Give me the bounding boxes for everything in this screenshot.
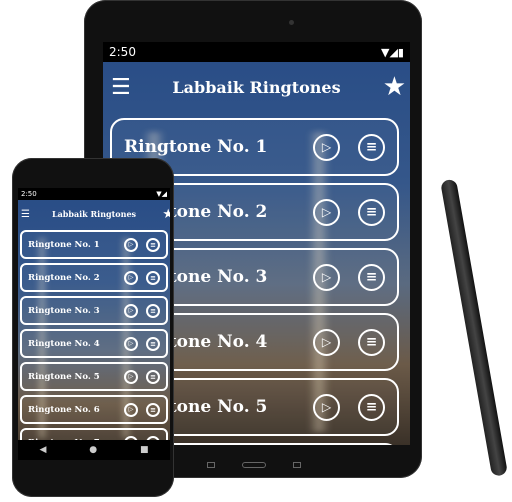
phone-nav-bar: ◀ ● ■ [18, 440, 170, 460]
app-header: ☰ Labbaik Ringtones ★ [103, 62, 410, 112]
ringtone-label: Ringtone No. 6 [28, 404, 100, 415]
play-circle-icon[interactable]: ▷ [313, 393, 340, 421]
ringtone-label: Ringtone No. 1 [28, 239, 100, 250]
list-circle-icon[interactable]: ≡ [358, 133, 385, 161]
home-button[interactable]: ● [89, 445, 97, 455]
play-circle-icon[interactable]: ▷ [124, 336, 138, 351]
recents-button[interactable] [292, 462, 301, 468]
list-circle-icon[interactable]: ≡ [358, 198, 385, 226]
ringtone-row[interactable]: Ringtone No. 1 ▷ ≡ [20, 230, 168, 259]
phone-device: 2:50 ▼◢ ☰ Labbaik Ringtones ★ Ringtone N… [12, 158, 174, 497]
ringtone-row[interactable]: Ringtone No. 4 ▷ ≡ [20, 329, 168, 358]
ringtone-row[interactable]: Ringtone No. 6 ▷ ≡ [20, 395, 168, 424]
status-bar: 2:50 ▼◢▮ [103, 42, 410, 62]
status-bar: 2:50 ▼◢ [18, 188, 170, 200]
recents-button[interactable]: ■ [140, 445, 149, 455]
play-circle-icon[interactable]: ▷ [124, 270, 138, 285]
play-circle-icon[interactable]: ▷ [313, 263, 340, 291]
list-circle-icon[interactable]: ≡ [146, 369, 160, 384]
play-circle-icon[interactable]: ▷ [124, 402, 138, 417]
back-button[interactable] [207, 462, 216, 468]
list-circle-icon[interactable]: ≡ [146, 270, 160, 285]
star-icon[interactable]: ★ [383, 72, 406, 102]
ringtone-row[interactable]: Ringtone No. 3 ▷ ≡ [20, 296, 168, 325]
app-header: ☰ Labbaik Ringtones ★ [18, 200, 170, 228]
status-icons: ▼◢▮ [381, 45, 404, 59]
star-icon[interactable]: ★ [162, 207, 170, 222]
home-button[interactable] [241, 462, 266, 468]
play-circle-icon[interactable]: ▷ [124, 303, 138, 318]
hamburger-icon[interactable]: ☰ [111, 75, 131, 100]
list-circle-icon[interactable]: ≡ [146, 303, 160, 318]
list-circle-icon[interactable]: ≡ [358, 263, 385, 291]
list-circle-icon[interactable]: ≡ [358, 393, 385, 421]
play-circle-icon[interactable]: ▷ [313, 328, 340, 356]
ringtone-row[interactable]: Ringtone No. 5 ▷ ≡ [20, 362, 168, 391]
ringtone-label: Ringtone No. 2 [28, 272, 100, 283]
play-circle-icon[interactable]: ▷ [124, 369, 138, 384]
play-circle-icon[interactable]: ▷ [313, 133, 340, 161]
tablet-nav-bar [194, 460, 314, 470]
ringtone-label: Ringtone No. 1 [124, 137, 268, 157]
play-circle-icon[interactable]: ▷ [313, 198, 340, 226]
tablet-camera [289, 20, 294, 25]
ringtone-row[interactable]: Ringtone No. 2 ▷ ≡ [20, 263, 168, 292]
play-circle-icon[interactable]: ▷ [124, 237, 138, 252]
app-title: Labbaik Ringtones [51, 209, 137, 219]
ringtone-label: Ringtone No. 3 [28, 305, 100, 316]
status-time: 2:50 [109, 45, 136, 59]
ringtone-label: Ringtone No. 5 [28, 371, 100, 382]
hamburger-icon[interactable]: ☰ [21, 209, 30, 220]
phone-screen: 2:50 ▼◢ ☰ Labbaik Ringtones ★ Ringtone N… [18, 188, 170, 458]
list-circle-icon[interactable]: ≡ [358, 328, 385, 356]
app-title: Labbaik Ringtones [172, 77, 341, 97]
list-circle-icon[interactable]: ≡ [146, 237, 160, 252]
list-circle-icon[interactable]: ≡ [146, 402, 160, 417]
ringtone-label: Ringtone No. 4 [28, 338, 100, 349]
status-time: 2:50 [21, 190, 37, 198]
stylus [440, 178, 508, 477]
status-icons: ▼◢ [156, 190, 167, 198]
back-button[interactable]: ◀ [39, 445, 46, 455]
list-circle-icon[interactable]: ≡ [146, 336, 160, 351]
